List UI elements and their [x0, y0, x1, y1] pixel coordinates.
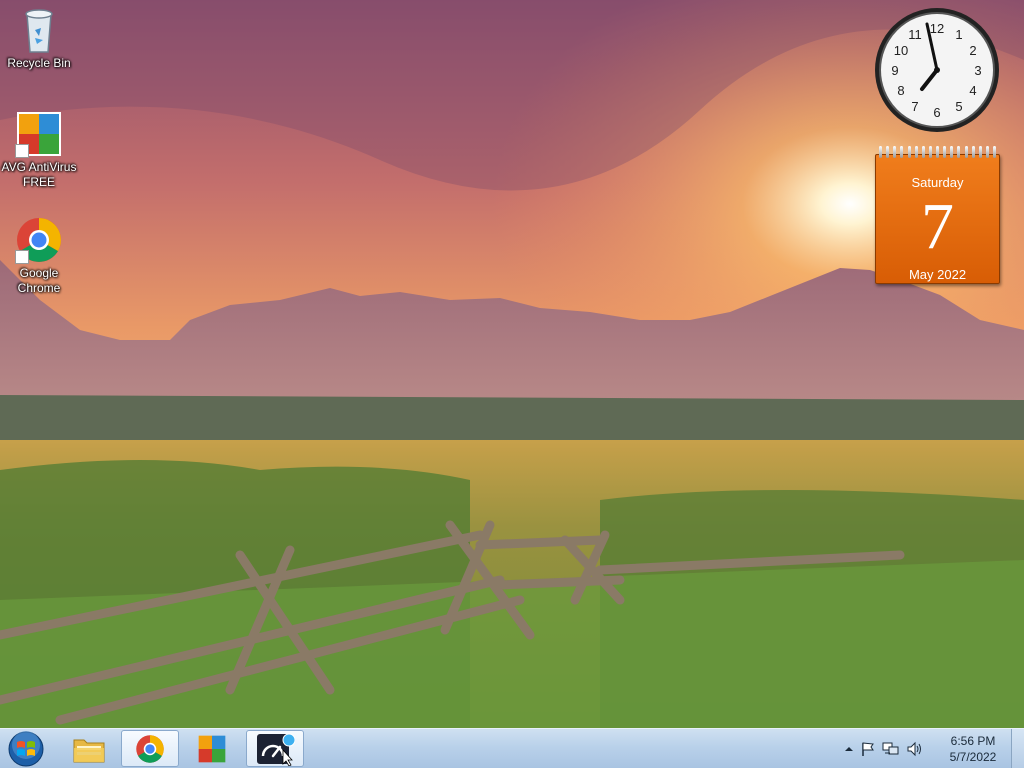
desktop-icon-recycle-bin[interactable]: Recycle Bin [1, 6, 77, 71]
taskbar-date: 5/7/2022 [949, 750, 997, 764]
taskbar-button-google-chrome[interactable] [121, 730, 179, 767]
taskbar-time: 6:56 PM [950, 734, 996, 748]
taskbar-clock[interactable]: 6:56 PM 5/7/2022 [940, 733, 1006, 765]
svg-text:10: 10 [894, 43, 908, 58]
desktop-icon-label: Recycle Bin [7, 56, 71, 70]
wallpaper-image [0, 0, 1024, 728]
svg-text:8: 8 [897, 83, 904, 98]
svg-text:6: 6 [933, 105, 940, 120]
avg-antivirus-icon [15, 110, 63, 158]
clock-numeral: 12 [930, 21, 944, 36]
chrome-icon [15, 216, 63, 264]
shortcut-arrow-icon [15, 144, 29, 158]
svg-text:11: 11 [908, 27, 922, 42]
calendar-page: Saturday 7 May 2022 [875, 154, 1000, 284]
svg-text:2: 2 [969, 43, 976, 58]
svg-text:4: 4 [969, 83, 976, 98]
svg-text:3: 3 [974, 63, 981, 78]
show-hidden-icons-icon[interactable] [844, 744, 854, 754]
calendar-day-name: Saturday [911, 175, 964, 190]
chrome-icon [136, 734, 164, 763]
svg-text:9: 9 [891, 63, 898, 78]
speedometer-icon [257, 733, 295, 766]
calendar-rings [879, 146, 996, 160]
desktop-icon-label: Google Chrome [17, 266, 61, 295]
shortcut-arrow-icon [15, 250, 29, 264]
clock-gadget[interactable]: 12 1 2 3 4 5 6 7 8 9 10 11 [873, 6, 1001, 134]
svg-text:5: 5 [955, 99, 962, 114]
desktop-icon-avg-antivirus[interactable]: AVG AntiVirus FREE [1, 110, 77, 190]
taskbar: 6:56 PM 5/7/2022 [0, 728, 1024, 768]
show-desktop-button[interactable] [1011, 729, 1024, 768]
folder-icon [73, 739, 105, 762]
start-button[interactable] [6, 730, 46, 768]
svg-text:7: 7 [911, 99, 918, 114]
action-center-flag-icon[interactable] [860, 741, 876, 757]
taskbar-button-speed-test[interactable] [246, 730, 304, 767]
network-icon[interactable] [882, 741, 900, 757]
desktop-icon-label: AVG AntiVirus FREE [1, 160, 77, 189]
recycle-bin-icon [15, 6, 63, 54]
svg-text:1: 1 [955, 27, 962, 42]
system-tray [844, 739, 924, 759]
volume-icon[interactable] [906, 741, 924, 757]
avg-antivirus-icon [198, 735, 226, 762]
taskbar-button-file-explorer[interactable] [60, 730, 118, 767]
desktop-icon-google-chrome[interactable]: Google Chrome [1, 216, 77, 296]
calendar-gadget[interactable]: Saturday 7 May 2022 [875, 146, 1000, 284]
windows-start-orb-icon [8, 731, 44, 767]
calendar-date: 7 [921, 190, 954, 263]
taskbar-button-avg-antivirus[interactable] [183, 730, 241, 767]
calendar-month-year: May 2022 [908, 267, 967, 282]
desktop[interactable]: Recycle Bin AVG AntiVirus FREE Google Ch… [0, 0, 1024, 728]
